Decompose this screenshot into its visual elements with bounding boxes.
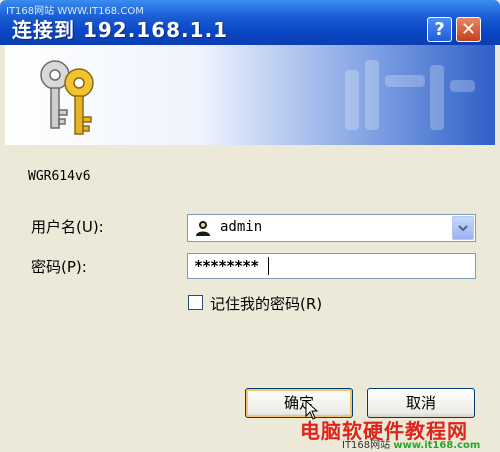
- password-value: ********: [194, 257, 259, 275]
- cancel-button[interactable]: 取消: [367, 388, 475, 418]
- title-bar[interactable]: IT168网站 WWW.IT168.COM 连接到 192.168.1.1 ? …: [0, 0, 500, 45]
- user-icon: [196, 221, 210, 236]
- help-button[interactable]: ?: [427, 17, 452, 42]
- password-field[interactable]: ********: [187, 253, 476, 279]
- login-dialog: IT168网站 WWW.IT168.COM 连接到 192.168.1.1 ? …: [0, 0, 500, 452]
- banner: [5, 45, 495, 145]
- device-label: WGR614v6: [28, 169, 91, 184]
- username-label: 用户名(U):: [31, 218, 104, 236]
- keys-icon: [40, 60, 94, 135]
- remember-label: 记住我的密码(R): [210, 295, 323, 313]
- ok-button[interactable]: 确定: [245, 388, 353, 418]
- close-button[interactable]: ✕: [456, 17, 481, 42]
- watermark-bottom-right: www.it168.com: [393, 440, 481, 451]
- remember-checkbox[interactable]: [188, 295, 203, 310]
- watermark-bottom-left: IT168网站: [342, 440, 391, 451]
- watermark-bottom: IT168网站 www.it168.com: [342, 436, 480, 451]
- banner-decoration-icon: [345, 60, 475, 130]
- username-combobox[interactable]: admin: [187, 214, 476, 242]
- text-caret: [268, 257, 269, 275]
- chevron-down-icon[interactable]: [452, 216, 474, 240]
- username-value: admin: [220, 219, 263, 235]
- password-label: 密码(P):: [31, 258, 87, 276]
- window-title: 连接到 192.168.1.1: [12, 18, 229, 42]
